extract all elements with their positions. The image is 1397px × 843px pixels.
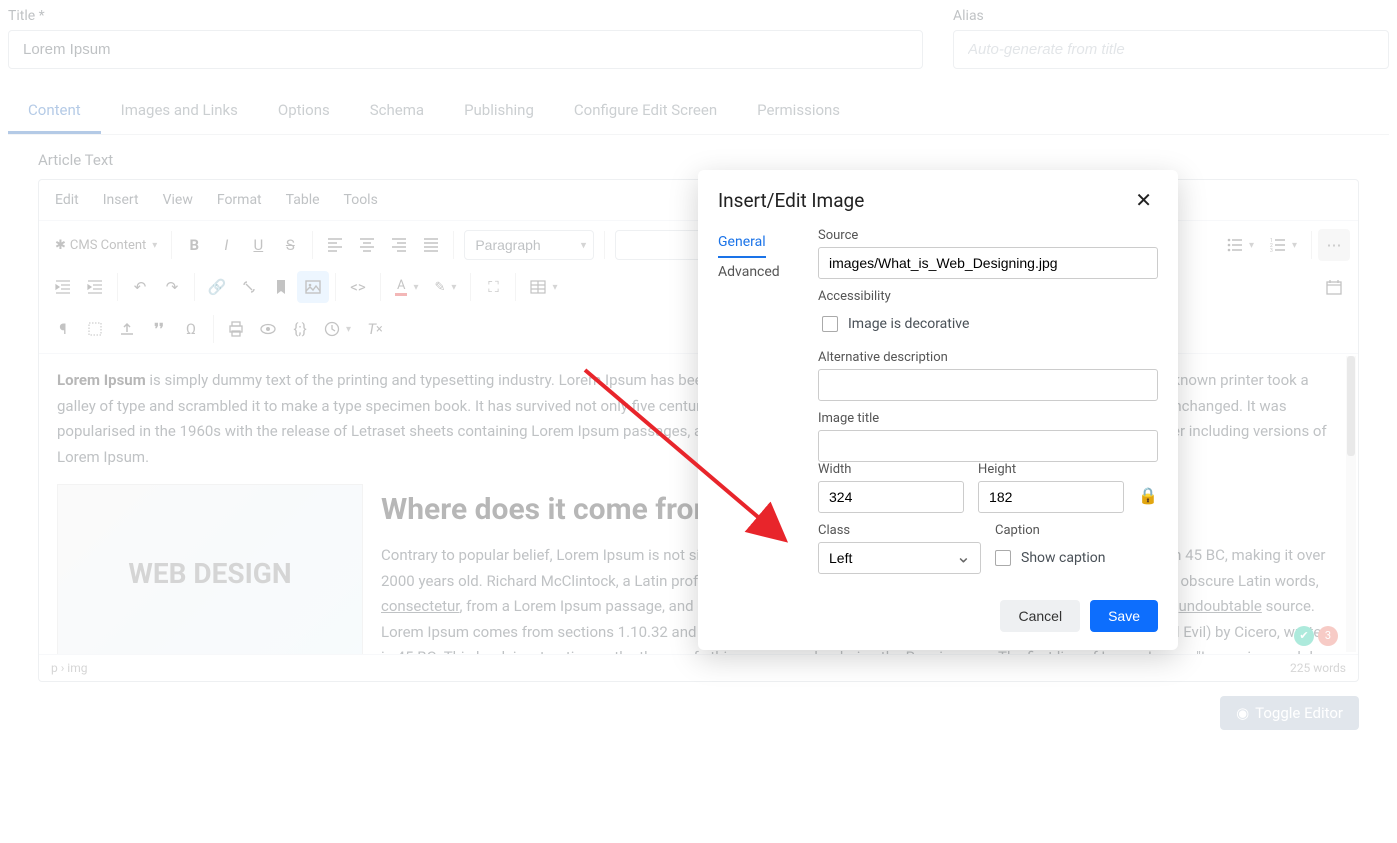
show-caption-label: Show caption [1021, 550, 1106, 566]
class-label: Class [818, 523, 981, 538]
modal-title: Insert/Edit Image [718, 189, 864, 212]
source-input[interactable] [818, 247, 1158, 279]
image-title-input[interactable] [818, 430, 1158, 462]
alt-input[interactable] [818, 369, 1158, 401]
decorative-label: Image is decorative [848, 316, 969, 332]
save-button[interactable]: Save [1090, 600, 1158, 632]
alt-label: Alternative description [818, 350, 1158, 365]
accessibility-label: Accessibility [818, 289, 1158, 304]
class-select[interactable]: Left [818, 542, 981, 574]
modal-tab-general[interactable]: General [718, 228, 766, 258]
height-input[interactable] [978, 481, 1124, 513]
cancel-button[interactable]: Cancel [1000, 600, 1080, 632]
lock-ratio-button[interactable]: 🔒 [1138, 486, 1158, 513]
width-input[interactable] [818, 481, 964, 513]
height-label: Height [978, 462, 1124, 477]
width-label: Width [818, 462, 964, 477]
image-title-label: Image title [818, 411, 1158, 426]
show-caption-checkbox[interactable] [995, 550, 1011, 566]
modal-tab-advanced[interactable]: Advanced [718, 258, 798, 286]
insert-edit-image-modal: Insert/Edit Image ✕ General Advanced Sou… [698, 170, 1178, 650]
decorative-checkbox[interactable] [822, 316, 838, 332]
source-label: Source [818, 228, 1158, 243]
caption-label: Caption [995, 523, 1158, 538]
modal-close-button[interactable]: ✕ [1129, 186, 1158, 214]
